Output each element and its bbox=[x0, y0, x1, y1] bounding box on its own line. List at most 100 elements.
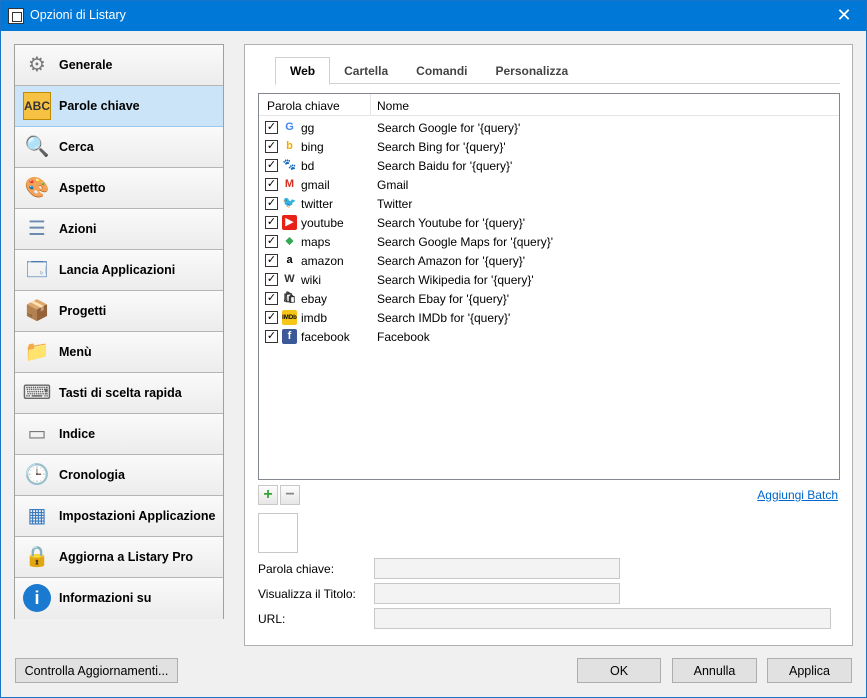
sidebar: ⚙ Generale ABC Parole chiave 🔍 Cerca 🎨 Aspetto ☰… bbox=[14, 44, 224, 619]
name-cell: Search Bing for '{query}' bbox=[377, 140, 506, 154]
ebay-icon: 🛍 bbox=[282, 291, 297, 306]
name-cell: Search Google for '{query}' bbox=[377, 121, 521, 135]
enable-checkbox[interactable] bbox=[265, 273, 278, 286]
enable-checkbox[interactable] bbox=[265, 216, 278, 229]
keyword-input[interactable] bbox=[375, 559, 619, 578]
remove-keyword-button[interactable]: − bbox=[280, 485, 300, 505]
sidebar-item-azioni[interactable]: ☰ Azioni bbox=[15, 209, 223, 250]
enable-checkbox[interactable] bbox=[265, 140, 278, 153]
keyword-cell: youtube bbox=[301, 216, 344, 230]
table-row[interactable]: bbing Search Bing for '{query}' bbox=[259, 137, 839, 156]
cancel-button[interactable]: Annulla bbox=[672, 658, 757, 683]
table-row[interactable]: IMDb imdb Search IMDb for '{query}' bbox=[259, 308, 839, 327]
url-label: URL: bbox=[258, 612, 286, 626]
name-cell: Search Amazon for '{query}' bbox=[377, 254, 526, 268]
sidebar-item-generale[interactable]: ⚙ Generale bbox=[15, 45, 223, 86]
sidebar-item-lancia-applicazioni[interactable]: 🗔 Lancia Applicazioni bbox=[15, 250, 223, 291]
sidebar-item-cerca[interactable]: 🔍 Cerca bbox=[15, 127, 223, 168]
enable-checkbox[interactable] bbox=[265, 121, 278, 134]
add-batch-link[interactable]: Aggiungi Batch bbox=[757, 488, 838, 502]
keyword-cell: maps bbox=[301, 235, 331, 249]
sidebar-item-aspetto[interactable]: 🎨 Aspetto bbox=[15, 168, 223, 209]
amazon-icon: a bbox=[282, 253, 297, 268]
sidebar-item-label: Menù bbox=[59, 345, 92, 359]
sidebar-item-label: Progetti bbox=[59, 304, 107, 318]
keyword-cell: twitter bbox=[301, 197, 334, 211]
apply-button[interactable]: Applica bbox=[767, 658, 852, 683]
table-row[interactable]: Wwiki Search Wikipedia for '{query}' bbox=[259, 270, 839, 289]
name-cell: Search IMDb for '{query}' bbox=[377, 311, 511, 325]
sidebar-item-cronologia[interactable]: 🕒 Cronologia bbox=[15, 455, 223, 496]
display-title-input[interactable] bbox=[375, 584, 619, 603]
ok-button[interactable]: OK bbox=[577, 658, 661, 683]
keyword-field[interactable] bbox=[374, 558, 620, 579]
table-row[interactable]: f facebook Facebook bbox=[259, 327, 839, 346]
lock-icon: 🔒 bbox=[24, 546, 50, 568]
url-input[interactable] bbox=[375, 609, 830, 628]
app-icon bbox=[8, 8, 24, 24]
keyword-cell: ebay bbox=[301, 292, 328, 306]
keyword-cell: imdb bbox=[301, 311, 328, 325]
tab-web[interactable]: Web bbox=[275, 57, 331, 85]
title-bar: Opzioni di Listary ✕ bbox=[0, 0, 867, 31]
tab-personalizza[interactable]: Personalizza bbox=[482, 57, 583, 84]
sidebar-item-parole-chiave[interactable]: ABC Parole chiave bbox=[15, 86, 223, 127]
enable-checkbox[interactable] bbox=[265, 178, 278, 191]
sidebar-item-impostazioni-applicazione[interactable]: ▦ Impostazioni Applicazione bbox=[15, 496, 223, 537]
table-row[interactable]: ⬥ maps Search Google Maps for '{query}' bbox=[259, 232, 839, 251]
url-field[interactable] bbox=[374, 608, 831, 629]
bing-icon: b bbox=[282, 139, 297, 154]
close-icon[interactable]: ✕ bbox=[821, 0, 867, 31]
add-keyword-button[interactable]: + bbox=[258, 485, 278, 505]
maps-icon: ⬥ bbox=[282, 234, 297, 249]
gear-icon: ⚙ bbox=[28, 54, 46, 76]
enable-checkbox[interactable] bbox=[265, 159, 278, 172]
sidebar-item-progetti[interactable]: 📦 Progetti bbox=[15, 291, 223, 332]
sidebar-item-label: Cronologia bbox=[59, 468, 125, 482]
keyword-cell: wiki bbox=[301, 273, 321, 287]
tab-bar: Web Cartella Comandi Personalizza bbox=[275, 57, 583, 85]
sidebar-item-aggiorna-a-listary-pro[interactable]: 🔒 Aggiorna a Listary Pro bbox=[15, 537, 223, 578]
magnifier-icon: 🔍 bbox=[24, 136, 50, 158]
imdb-icon: IMDb bbox=[282, 310, 297, 325]
table-row[interactable]: Ggg Search Google for '{query}' bbox=[259, 118, 839, 137]
sidebar-item-label: Informazioni su bbox=[59, 591, 152, 605]
column-header-keyword[interactable]: Parola chiave bbox=[267, 99, 340, 113]
keyword-list[interactable]: Parola chiave Nome Ggg Search Google for … bbox=[258, 93, 840, 480]
table-row[interactable]: 🐦 twitter Twitter bbox=[259, 194, 839, 213]
enable-checkbox[interactable] bbox=[265, 235, 278, 248]
sidebar-item-label: Aggiorna a Listary Pro bbox=[59, 550, 194, 564]
display-title-field[interactable] bbox=[374, 583, 620, 604]
table-row[interactable]: Mgmail Gmail bbox=[259, 175, 839, 194]
sidebar-item-men[interactable]: 📁 Menù bbox=[15, 332, 223, 373]
table-row[interactable]: 🐾 bd Search Baidu for '{query}' bbox=[259, 156, 839, 175]
table-row[interactable]: 🛍 ebay Search Ebay for '{query}' bbox=[259, 289, 839, 308]
table-row[interactable]: aamazon Search Amazon for '{query}' bbox=[259, 251, 839, 270]
list-rows: Ggg Search Google for '{query}' bbing Searc… bbox=[259, 118, 839, 346]
keyword-label: Parola chiave: bbox=[258, 562, 335, 576]
tab-cartella[interactable]: Cartella bbox=[330, 57, 402, 84]
keyword-cell: gg bbox=[301, 121, 315, 135]
sidebar-item-label: Indice bbox=[59, 427, 96, 441]
name-cell: Facebook bbox=[377, 330, 430, 344]
enable-checkbox[interactable] bbox=[265, 311, 278, 324]
enable-checkbox[interactable] bbox=[265, 292, 278, 305]
enable-checkbox[interactable] bbox=[265, 197, 278, 210]
column-header-name[interactable]: Nome bbox=[377, 99, 409, 113]
gmail-icon: M bbox=[282, 177, 297, 192]
icon-preview[interactable] bbox=[258, 513, 298, 553]
drive-icon: ▭ bbox=[27, 423, 47, 445]
list-header: Parola chiave Nome bbox=[259, 94, 839, 116]
info-icon: i bbox=[23, 584, 51, 612]
table-row[interactable]: ▶ youtube Search Youtube for '{query}' bbox=[259, 213, 839, 232]
sidebar-item-label: Parole chiave bbox=[59, 99, 140, 113]
tab-comandi[interactable]: Comandi bbox=[402, 57, 481, 84]
enable-checkbox[interactable] bbox=[265, 330, 278, 343]
sidebar-item-informazioni-su[interactable]: i Informazioni su bbox=[15, 578, 223, 619]
check-updates-button[interactable]: Controlla Aggiornamenti... bbox=[15, 658, 178, 683]
enable-checkbox[interactable] bbox=[265, 254, 278, 267]
sidebar-item-tasti-di-scelta-rapida[interactable]: ⌨ Tasti di scelta rapida bbox=[15, 373, 223, 414]
column-divider[interactable] bbox=[370, 94, 371, 116]
keyword-cell: bd bbox=[301, 159, 315, 173]
sidebar-item-indice[interactable]: ▭ Indice bbox=[15, 414, 223, 455]
